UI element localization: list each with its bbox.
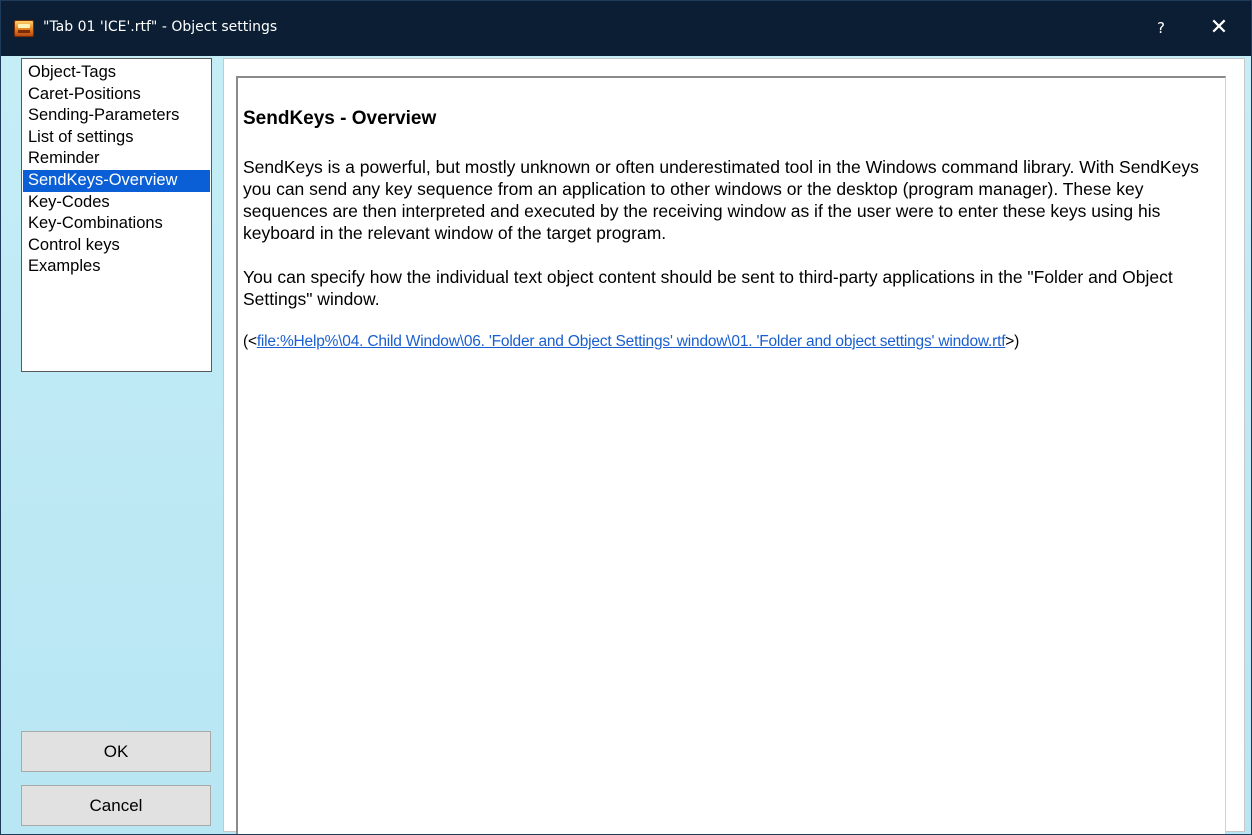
document-content: SendKeys - Overview SendKeys is a powerf…	[243, 106, 1221, 352]
list-item-sendkeys-overview[interactable]: SendKeys-Overview	[23, 169, 210, 192]
title-bar[interactable]: "Tab 01 'ICE'.rtf" - Object settings ? ✕	[1, 1, 1251, 56]
cancel-button[interactable]: Cancel	[21, 785, 211, 826]
document-paragraph-2: You can specify how the individual text …	[243, 267, 1173, 309]
list-item-object-tags[interactable]: Object-Tags	[23, 62, 210, 84]
reference-suffix: >)	[1005, 333, 1020, 350]
list-item-control-keys[interactable]: Control keys	[23, 235, 210, 257]
document-paragraph-1: SendKeys is a powerful, but mostly unkno…	[243, 157, 1199, 243]
close-button[interactable]: ✕	[1199, 13, 1239, 43]
topics-listbox[interactable]: Object-Tags Caret-Positions Sending-Para…	[21, 58, 212, 372]
list-item-reminder[interactable]: Reminder	[23, 148, 210, 170]
list-item-key-combinations[interactable]: Key-Combinations	[23, 213, 210, 235]
list-item-examples[interactable]: Examples	[23, 256, 210, 278]
document-heading: SendKeys - Overview	[243, 108, 437, 129]
app-icon	[14, 20, 34, 37]
ok-button[interactable]: OK	[21, 731, 211, 772]
object-settings-window: "Tab 01 'ICE'.rtf" - Object settings ? ✕…	[0, 0, 1252, 835]
list-item-list-of-settings[interactable]: List of settings	[23, 127, 210, 149]
reference-link[interactable]: file:%Help%\04. Child Window\06. 'Folder…	[257, 333, 1006, 350]
document-reference: (<file:%Help%\04. Child Window\06. 'Fold…	[243, 332, 1221, 352]
list-item-sending-parameters[interactable]: Sending-Parameters	[23, 105, 210, 127]
reference-prefix: (<	[243, 333, 257, 350]
list-item-caret-positions[interactable]: Caret-Positions	[23, 84, 210, 106]
help-button[interactable]: ?	[1146, 15, 1176, 41]
window-title: "Tab 01 'ICE'.rtf" - Object settings	[43, 19, 278, 35]
list-item-key-codes[interactable]: Key-Codes	[23, 192, 210, 214]
